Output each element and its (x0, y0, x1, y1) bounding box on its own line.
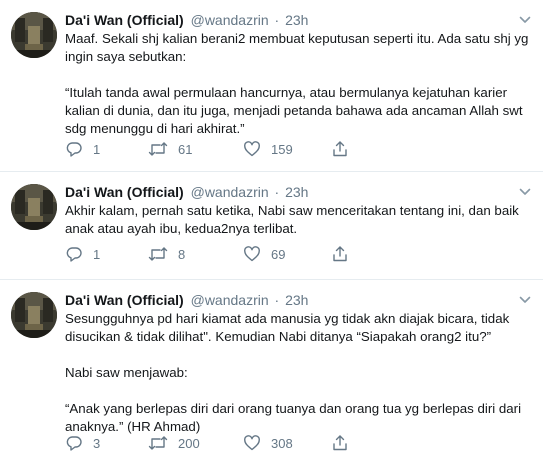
separator: · (274, 12, 280, 28)
chevron-down-icon[interactable] (519, 187, 531, 197)
retweet-count: 61 (178, 141, 193, 157)
tweet-header: Da'i Wan (Official) @wandazrin · 23h (65, 183, 308, 201)
tweet-header: Da'i Wan (Official) @wandazrin · 23h (65, 291, 308, 309)
reply-icon (66, 247, 82, 262)
tweet-text: Maaf. Sekali shj kalian berani2 membuat … (65, 30, 535, 138)
share-icon (333, 141, 347, 157)
reply-button[interactable]: 1 (65, 140, 100, 158)
timestamp[interactable]: 23h (285, 12, 308, 28)
reply-icon (66, 142, 82, 157)
avatar[interactable] (11, 184, 57, 230)
tweet-actions: 1 8 69 (63, 245, 363, 263)
separator: · (274, 292, 280, 308)
display-name[interactable]: Da'i Wan (Official) (65, 184, 184, 200)
tweet-paragraph: “Anak yang berlepas diri dari orang tuan… (65, 401, 522, 434)
reply-count: 3 (93, 435, 101, 451)
retweet-count: 200 (178, 435, 200, 451)
reply-icon (66, 436, 82, 451)
display-name[interactable]: Da'i Wan (Official) (65, 292, 184, 308)
heart-icon (244, 246, 260, 262)
username[interactable]: @wandazrin (191, 184, 269, 200)
share-icon (333, 435, 347, 451)
tweet-paragraph: Sesungguhnya pd hari kiamat ada manusia … (65, 311, 510, 344)
timestamp[interactable]: 23h (285, 292, 308, 308)
retweet-icon (148, 436, 168, 450)
avatar[interactable] (11, 12, 57, 58)
tweet-paragraph: Nabi saw menjawab: (65, 365, 188, 380)
retweet-button[interactable]: 8 (148, 245, 185, 263)
heart-icon (244, 141, 260, 157)
like-count: 69 (271, 246, 286, 262)
chevron-down-icon[interactable] (519, 295, 531, 305)
separator: · (274, 184, 280, 200)
like-button[interactable]: 69 (243, 245, 285, 263)
tweet-paragraph: “Itulah tanda awal permulaan hancurnya, … (65, 85, 523, 136)
avatar[interactable] (11, 292, 57, 338)
like-button[interactable]: 308 (243, 434, 293, 452)
tweet[interactable]: Da'i Wan (Official) @wandazrin · 23h Akh… (0, 172, 543, 280)
display-name[interactable]: Da'i Wan (Official) (65, 12, 184, 28)
timestamp[interactable]: 23h (285, 184, 308, 200)
like-count: 159 (271, 141, 293, 157)
retweet-button[interactable]: 61 (148, 140, 192, 158)
username[interactable]: @wandazrin (191, 292, 269, 308)
tweet[interactable]: Da'i Wan (Official) @wandazrin · 23h Ses… (0, 280, 543, 467)
tweet-paragraph: Maaf. Sekali shj kalian berani2 membuat … (65, 31, 529, 64)
chevron-down-icon[interactable] (519, 15, 531, 25)
reply-count: 1 (93, 141, 101, 157)
tweet-text: Sesungguhnya pd hari kiamat ada manusia … (65, 310, 535, 436)
tweet-header: Da'i Wan (Official) @wandazrin · 23h (65, 11, 308, 29)
tweet-paragraph: Akhir kalam, pernah satu ketika, Nabi sa… (65, 203, 519, 236)
tweet[interactable]: Da'i Wan (Official) @wandazrin · 23h Maa… (0, 0, 543, 172)
reply-button[interactable]: 3 (65, 434, 100, 452)
reply-button[interactable]: 1 (65, 245, 100, 263)
like-button[interactable]: 159 (243, 140, 293, 158)
share-button[interactable] (331, 140, 349, 158)
retweet-icon (148, 142, 168, 156)
tweet-text: Akhir kalam, pernah satu ketika, Nabi sa… (65, 202, 535, 238)
retweet-count: 8 (178, 246, 186, 262)
tweet-actions: 3 200 308 (63, 434, 363, 452)
share-button[interactable] (331, 434, 349, 452)
retweet-icon (148, 247, 168, 261)
retweet-button[interactable]: 200 (148, 434, 200, 452)
share-icon (333, 246, 347, 262)
username[interactable]: @wandazrin (191, 12, 269, 28)
heart-icon (244, 435, 260, 451)
reply-count: 1 (93, 246, 101, 262)
tweet-actions: 1 61 159 (63, 140, 363, 158)
share-button[interactable] (331, 245, 349, 263)
like-count: 308 (271, 435, 293, 451)
